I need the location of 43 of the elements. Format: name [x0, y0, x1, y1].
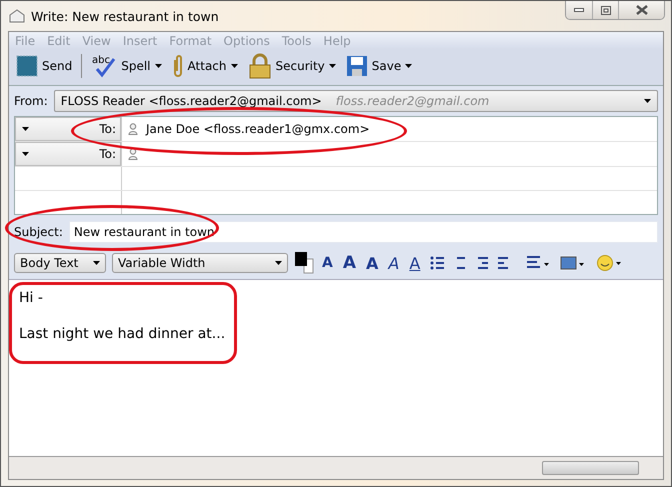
- identity-hint: floss.reader2@gmail.com: [336, 94, 490, 108]
- toolbar-button[interactable]: Security: [244, 51, 339, 81]
- caret-icon: [644, 99, 651, 103]
- close-icon: [636, 5, 648, 15]
- from-dropdown[interactable]: FLOSS Reader <floss.reader2@gmail.com> floss.reader2@gmail.com: [54, 90, 658, 112]
- smaller-font-button[interactable]: A: [320, 255, 335, 271]
- caret-icon: [22, 152, 29, 156]
- message-body[interactable]: Hi - Last night we had dinner at...: [9, 280, 663, 456]
- minimize-button[interactable]: [566, 1, 592, 19]
- caret-icon: [93, 261, 100, 265]
- person-icon: [128, 123, 138, 135]
- close-button[interactable]: [618, 1, 664, 19]
- toolbar-button[interactable]: Send: [13, 53, 76, 79]
- caret-icon: [22, 127, 29, 131]
- window-title: Write: New restaurant in town: [31, 8, 219, 24]
- stamp-icon: [16, 55, 38, 77]
- subject-label: Subject:: [14, 225, 63, 239]
- toolbar-button[interactable]: Save: [342, 53, 416, 79]
- paperclip-icon: [172, 54, 184, 78]
- maximize-icon: [600, 6, 610, 14]
- minimize-icon: [574, 8, 584, 12]
- italic-button[interactable]: A: [386, 254, 402, 272]
- font-dropdown[interactable]: Variable Width: [112, 253, 288, 273]
- text-color-icon[interactable]: [294, 251, 314, 275]
- toolbar-button[interactable]: Attach: [168, 52, 240, 80]
- bold-button[interactable]: A: [364, 254, 380, 272]
- recipient-address[interactable]: Jane Doe <floss.reader1@gmx.com>: [146, 122, 370, 136]
- envelope-icon: [9, 9, 25, 23]
- paragraph-style-dropdown[interactable]: Body Text: [14, 253, 106, 273]
- body-text: Last night we had dinner at...: [19, 326, 226, 342]
- toolbar-button[interactable]: abc Spell: [88, 52, 165, 80]
- identity-text: FLOSS Reader <floss.reader2@gmail.com>: [60, 94, 322, 108]
- caret-icon: [275, 261, 282, 265]
- recipient-type-dropdown[interactable]: To:: [15, 142, 121, 166]
- underline-button[interactable]: A: [407, 254, 422, 272]
- person-icon: [128, 148, 138, 160]
- recipient-type-dropdown[interactable]: To:: [15, 117, 121, 141]
- body-text: Hi -: [19, 290, 44, 306]
- padlock-icon: [248, 53, 272, 79]
- from-label: From:: [14, 94, 48, 108]
- maximize-button[interactable]: [592, 1, 618, 19]
- subject-field[interactable]: New restaurant in town: [68, 221, 658, 243]
- larger-font-button[interactable]: A: [340, 253, 358, 273]
